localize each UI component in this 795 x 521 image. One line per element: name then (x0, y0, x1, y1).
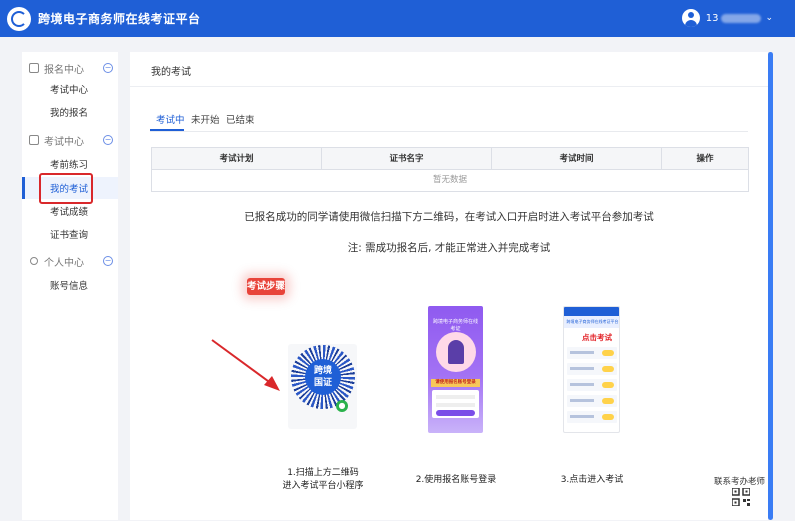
scrollbar-thumb[interactable] (768, 52, 773, 520)
sidebar-section-label: 个人中心 (44, 257, 84, 269)
exam-row-preview (567, 363, 617, 375)
user-phone-masked (721, 13, 762, 23)
table-empty-text: 暂无数据 (432, 175, 467, 185)
collapse-circle-icon[interactable]: − (103, 256, 113, 266)
sidebar-section-exams[interactable]: 考试中心 − (22, 130, 118, 150)
step-1-caption-line1: 1.扫描上方二维码 (287, 468, 359, 478)
exam-screen-headline: 点击考试 (582, 333, 612, 342)
registration-note: 注: 需成功报名后, 才能正常进入并完成考试 (347, 242, 551, 254)
login-screen-title: 跨境电子商务师在线考证 (432, 319, 478, 332)
login-illustration (436, 332, 476, 372)
registration-icon (29, 63, 39, 73)
step-1-caption-line2: 进入考试平台小程序 (282, 481, 364, 491)
sidebar: 报名中心 − 考试中心 我的报名 考试中心 − 考前练习 我的考试 考试成绩 证… (22, 52, 118, 520)
collapse-circle-icon[interactable]: − (103, 63, 113, 73)
platform-title: 跨境电子商务师在线考证平台 (38, 12, 201, 26)
page-title: 我的考试 (151, 67, 191, 78)
document-icon (29, 135, 39, 145)
sidebar-section-label: 报名中心 (44, 64, 84, 76)
sidebar-item-practice[interactable]: 考前练习 (22, 153, 118, 175)
tab-not-started[interactable]: 未开始 (191, 112, 220, 126)
wechat-icon: ● (336, 400, 348, 412)
sidebar-item-label: 账号信息 (50, 281, 89, 292)
person-icon (30, 257, 38, 265)
exam-screen-header (564, 307, 619, 316)
top-bar: 跨境电子商务师在线考证平台 13 ⌄ (0, 0, 795, 37)
user-menu[interactable]: 13 ⌄ (681, 9, 773, 27)
exam-table: 考试计划 证书名字 考试时间 操作 暂无数据 (151, 147, 749, 192)
sidebar-section-personal[interactable]: 个人中心 − (22, 251, 118, 271)
qr-center-line1: 跨境 (313, 366, 332, 376)
user-avatar-icon (681, 9, 700, 27)
sidebar-item-label: 证书查询 (50, 230, 89, 241)
sidebar-item-label: 考试成绩 (50, 207, 89, 218)
qr-code-icon[interactable] (732, 488, 750, 506)
table-header-action: 操作 (662, 148, 748, 170)
steps-badge: 考试步骤 (247, 278, 285, 295)
exam-row-preview (567, 379, 617, 391)
login-screenshot: 跨境电子商务师在线考证 请使用报名账号登录 (428, 306, 483, 433)
exam-row-preview (567, 347, 617, 359)
scan-instruction: 已报名成功的同学请使用微信扫描下方二维码，在考试入口开启时进入考试平台参加考试 (244, 211, 654, 223)
sidebar-item-scores[interactable]: 考试成绩 (22, 200, 118, 222)
exam-row-preview (567, 395, 617, 407)
sidebar-item-account-info[interactable]: 账号信息 (22, 274, 118, 296)
sidebar-item-label: 考前练习 (50, 160, 89, 171)
step-3-caption: 3.点击进入考试 (560, 475, 624, 485)
login-button-preview (436, 410, 475, 416)
sidebar-item-certificate-lookup[interactable]: 证书查询 (22, 223, 118, 245)
platform-logo-icon[interactable] (7, 6, 31, 31)
qr-center-line2: 国证 (313, 378, 332, 388)
chevron-down-icon: ⌄ (765, 13, 773, 23)
contact-teacher-label[interactable]: 联系考办老师 (714, 475, 765, 487)
collapse-circle-icon[interactable]: − (103, 135, 113, 145)
sidebar-section-label: 考试中心 (44, 136, 84, 148)
red-arrow-icon (211, 339, 280, 391)
qr-center-logo: 跨境 国证 (305, 359, 341, 395)
table-header-time: 考试时间 (492, 148, 662, 170)
sidebar-item-exam-center[interactable]: 考试中心 (22, 78, 118, 100)
exam-screen-subtitle: 跨境电子商务师在线考证平台 (564, 316, 619, 328)
exam-entry-screenshot: 跨境电子商务师在线考证平台 点击考试 (563, 306, 620, 433)
active-tab-indicator (150, 129, 184, 131)
sidebar-item-label: 考试中心 (50, 85, 89, 96)
table-header-plan: 考试计划 (152, 148, 322, 170)
step-1-caption: 1.扫描上方二维码 进入考试平台小程序 (278, 467, 368, 493)
tab-ended[interactable]: 已结束 (226, 112, 255, 126)
user-phone: 13 (705, 12, 719, 24)
tabs-divider (150, 131, 748, 132)
sidebar-item-my-registration[interactable]: 我的报名 (22, 101, 118, 123)
login-banner: 请使用报名账号登录 (431, 379, 480, 387)
step-2-caption: 2.使用报名账号登录 (415, 475, 497, 485)
tab-in-progress[interactable]: 考试中 (156, 112, 185, 126)
sidebar-item-label: 我的报名 (50, 108, 89, 119)
main-panel: 我的考试 考试中 未开始 已结束 考试计划 证书名字 考试时间 操作 暂无数据 … (130, 52, 768, 520)
table-header-certificate: 证书名字 (322, 148, 492, 170)
divider (130, 86, 768, 87)
exam-row-preview (567, 411, 617, 423)
sidebar-section-registration[interactable]: 报名中心 − (22, 58, 118, 78)
